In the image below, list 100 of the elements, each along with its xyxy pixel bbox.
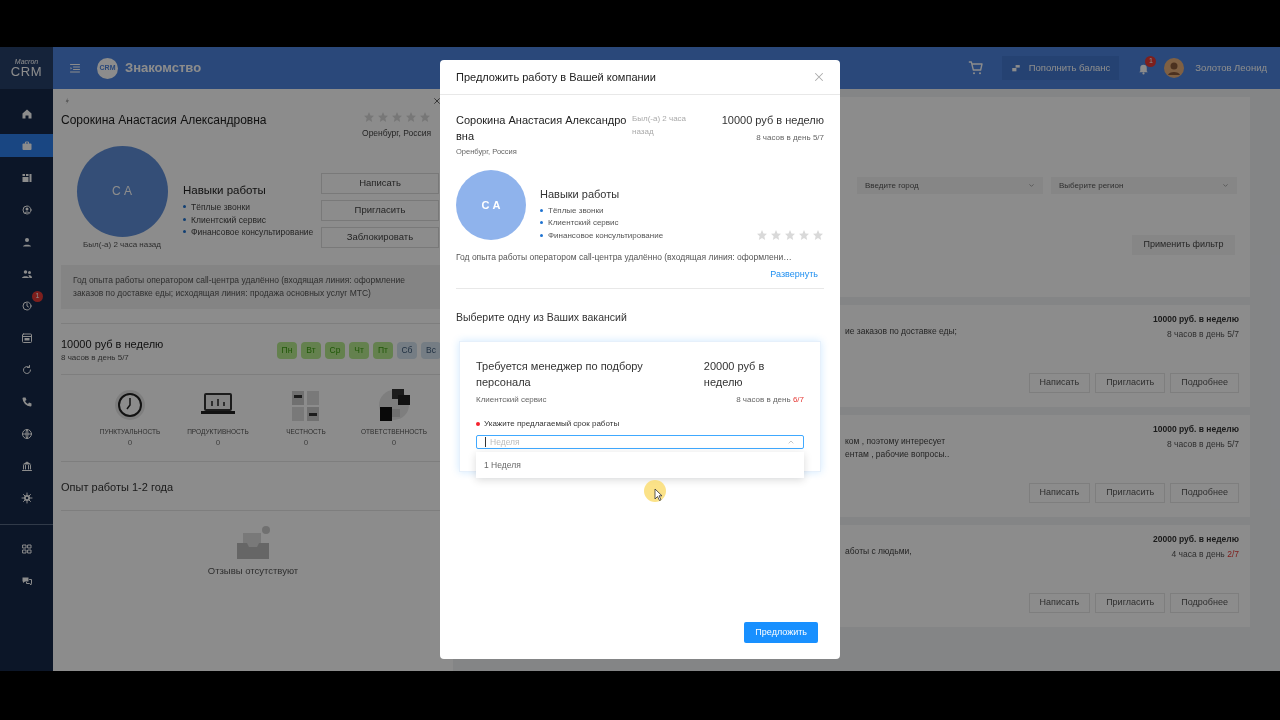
star-icon bbox=[756, 229, 768, 242]
star-icon bbox=[798, 229, 810, 242]
phone-icon bbox=[20, 395, 33, 408]
action-button[interactable]: Пригласить bbox=[1095, 482, 1166, 503]
bullet-icon bbox=[183, 230, 186, 233]
bank-icon bbox=[20, 459, 33, 472]
placeholder: Неделя bbox=[490, 435, 521, 449]
coins-icon bbox=[1010, 63, 1021, 73]
cart-icon bbox=[967, 60, 984, 76]
pin-icon bbox=[63, 97, 71, 105]
expand-link[interactable]: Развернуть bbox=[770, 268, 818, 282]
placeholder: Выберите регион bbox=[1059, 179, 1124, 192]
day-chip: Вт bbox=[301, 341, 321, 359]
briefcase-icon bbox=[20, 139, 33, 152]
balance-button[interactable]: Пополнить баланс bbox=[1001, 56, 1120, 80]
logo-text: CRM bbox=[10, 65, 43, 78]
submit-button[interactable]: Предложить bbox=[744, 622, 818, 643]
apps-icon bbox=[20, 542, 33, 555]
skill-item: Тёплые звонки bbox=[191, 201, 250, 214]
cart-button[interactable] bbox=[967, 60, 984, 76]
menu-button[interactable] bbox=[69, 62, 81, 74]
action-button[interactable]: Подробнее bbox=[1170, 592, 1239, 613]
chevron-down-icon bbox=[1222, 182, 1229, 189]
star-icon bbox=[770, 229, 782, 242]
action-button[interactable]: Написать bbox=[321, 172, 439, 194]
region-field[interactable]: Выберите регион bbox=[1051, 177, 1237, 194]
description: Год опыта работы оператором call-центра удалённо (входящая линия: оформлени… bbox=[456, 251, 793, 264]
cursor-icon bbox=[644, 480, 666, 502]
bullet-icon bbox=[183, 205, 186, 208]
skill-item: Клиентский сервис bbox=[548, 217, 619, 230]
bullet-icon bbox=[540, 208, 543, 212]
action-button[interactable]: Пригласить bbox=[1095, 372, 1166, 393]
bullet-icon bbox=[183, 217, 186, 221]
action-button[interactable]: Написать bbox=[1028, 592, 1091, 613]
salary: 10000 руб. в неделю bbox=[1153, 423, 1239, 436]
vacancy-category: Клиентский сервис bbox=[476, 393, 547, 406]
settings-icon bbox=[20, 491, 33, 504]
description-text: аботы с людьми, bbox=[845, 545, 913, 558]
last-seen: Был(-а) 2 часа назад bbox=[632, 113, 688, 138]
skill-item: Финансовое консультирование bbox=[548, 229, 664, 242]
globe-icon bbox=[20, 427, 33, 440]
description-text: ком , поэтому интересует bbox=[845, 435, 947, 448]
day-chip: Ср bbox=[325, 341, 345, 359]
action-button[interactable]: Пригласить bbox=[1095, 592, 1166, 613]
city-field[interactable]: Введите город bbox=[857, 177, 1043, 194]
text-cursor bbox=[485, 436, 486, 447]
action-button[interactable]: Заблокировать bbox=[321, 226, 439, 248]
avatar: С А bbox=[456, 170, 526, 241]
bullet-icon bbox=[540, 221, 543, 225]
day-chip: Пн bbox=[277, 341, 297, 359]
description-text: ентам , рабочие вопросы.. bbox=[845, 448, 951, 461]
dropdown-option[interactable]: 1 Неделя bbox=[476, 455, 804, 476]
refresh-icon bbox=[20, 363, 33, 376]
action-button[interactable]: Подробнее bbox=[1170, 372, 1239, 393]
bullet-icon bbox=[540, 233, 543, 237]
menu-icon bbox=[69, 62, 81, 74]
vacancy-title: Требуется менеджер по подбору персонала bbox=[476, 358, 644, 390]
user-icon bbox=[20, 235, 33, 248]
empty-state-text: Отзывы отсутствуют bbox=[207, 564, 299, 578]
grid-icon bbox=[20, 171, 33, 184]
day-chip: Чт bbox=[349, 341, 369, 359]
apply-filter-button[interactable]: Применить фильтр bbox=[1132, 235, 1235, 255]
day-chip: Сб bbox=[397, 341, 417, 359]
skill-item: Финансовое консультирование bbox=[191, 226, 314, 239]
action-button[interactable]: Пригласить bbox=[321, 199, 439, 221]
section-title: Выберите одну из Ваших вакансий bbox=[456, 310, 627, 323]
location: Оренбург, Россия bbox=[362, 127, 431, 140]
work-hours: 4 часа в день 2/7 bbox=[1171, 547, 1239, 561]
action-button[interactable]: Подробнее bbox=[1170, 482, 1239, 503]
modal-title: Предложить работу в Вашей компании bbox=[456, 69, 656, 85]
field-label: Укажите предлагаемый срок работы bbox=[484, 417, 620, 430]
home-icon bbox=[20, 107, 33, 120]
candidate-name: Сорокина Анастасия Александровна bbox=[456, 113, 628, 144]
star-icon bbox=[812, 229, 824, 242]
salary: 10000 руб в неделю bbox=[721, 113, 824, 128]
sidebar-item[interactable] bbox=[0, 134, 53, 157]
salary: 20000 руб в неделю bbox=[703, 358, 766, 390]
calendar-icon bbox=[20, 331, 33, 344]
salary: 10000 руб в неделю bbox=[61, 336, 164, 352]
skill-item: Тёплые звонки bbox=[548, 204, 604, 217]
skill-item: Клиентский сервис bbox=[191, 213, 266, 226]
work-hours: 8 часов в день 5/7 bbox=[1166, 437, 1239, 451]
close-icon bbox=[814, 72, 824, 82]
candidate-name: Сорокина Анастасия Александровна bbox=[61, 112, 267, 129]
close-icon bbox=[433, 97, 441, 105]
avatar-icon bbox=[1164, 58, 1185, 78]
users-icon bbox=[20, 267, 33, 280]
description-text: ие заказов по доставке еды; bbox=[845, 325, 958, 338]
clock-icon bbox=[20, 299, 33, 312]
person-circle-icon bbox=[20, 203, 33, 216]
star-icon bbox=[784, 229, 796, 242]
placeholder: Введите город bbox=[865, 179, 919, 192]
experience: Опыт работы 1-2 года bbox=[61, 481, 174, 493]
action-button[interactable]: Написать bbox=[1028, 372, 1091, 393]
work-hours: 8 часов в день 5/7 bbox=[756, 131, 824, 144]
day-chip: Вс bbox=[421, 341, 441, 359]
action-button[interactable]: Написать bbox=[1028, 482, 1091, 503]
work-hours: 8 часов в день 5/7 bbox=[61, 352, 130, 365]
page-title: Знакомство bbox=[125, 59, 202, 78]
last-seen: Был(-а) 2 часа назад bbox=[83, 238, 161, 251]
